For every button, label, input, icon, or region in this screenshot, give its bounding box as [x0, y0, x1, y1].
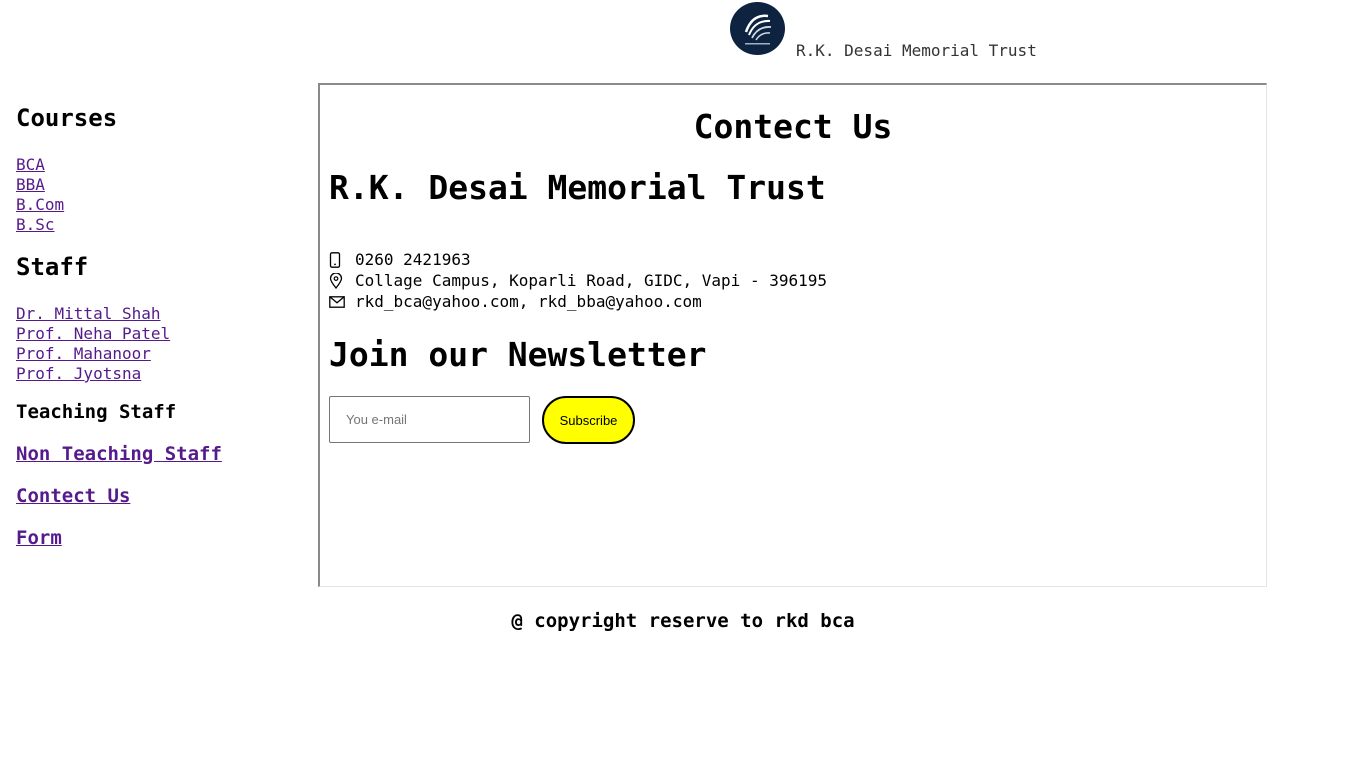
staff-link-jyotsna[interactable]: Prof. Jyotsna	[16, 364, 170, 384]
newsletter-email-input[interactable]	[329, 396, 530, 443]
phone-icon	[329, 251, 355, 269]
trust-logo	[730, 2, 785, 55]
phone-text: 0260 2421963	[355, 250, 471, 269]
page-title: Contect Us	[693, 107, 893, 146]
newsletter-heading: Join our Newsletter	[329, 335, 707, 374]
email-text: rkd_bca@yahoo.com, rkd_bba@yahoo.com	[355, 292, 702, 311]
envelope-icon	[329, 293, 355, 311]
staff-list: Dr. Mittal Shah Prof. Neha Patel Prof. M…	[16, 304, 170, 384]
address-row: Collage Campus, Koparli Road, GIDC, Vapi…	[329, 270, 827, 291]
address-text: Collage Campus, Koparli Road, GIDC, Vapi…	[355, 271, 828, 290]
phone-row: 0260 2421963	[329, 249, 827, 270]
course-link-bba[interactable]: BBA	[16, 175, 64, 195]
staff-link-mahanoor[interactable]: Prof. Mahanoor	[16, 344, 170, 364]
staff-link-neha-patel[interactable]: Prof. Neha Patel	[16, 324, 170, 344]
email-row: rkd_bca@yahoo.com, rkd_bba@yahoo.com	[329, 291, 827, 312]
location-pin-icon	[329, 272, 355, 290]
contact-details: 0260 2421963 Collage Campus, Koparli Roa…	[329, 249, 827, 312]
course-link-bcom[interactable]: B.Com	[16, 195, 64, 215]
non-teaching-staff-link[interactable]: Non Teaching Staff	[16, 443, 222, 465]
subscribe-button[interactable]: Subscribe	[542, 396, 635, 444]
site-title: R.K. Desai Memorial Trust	[796, 41, 1037, 60]
org-name-heading: R.K. Desai Memorial Trust	[329, 168, 826, 207]
teaching-staff-heading: Teaching Staff	[16, 401, 177, 423]
courses-list: BCA BBA B.Com B.Sc	[16, 155, 64, 235]
staff-link-mittal-shah[interactable]: Dr. Mittal Shah	[16, 304, 170, 324]
course-link-bca[interactable]: BCA	[16, 155, 64, 175]
footer-copyright: @ copyright reserve to rkd bca	[511, 610, 855, 632]
contact-us-link[interactable]: Contect Us	[16, 485, 130, 507]
contact-panel: Contect Us R.K. Desai Memorial Trust 026…	[318, 83, 1267, 587]
course-link-bsc[interactable]: B.Sc	[16, 215, 64, 235]
courses-heading: Courses	[16, 104, 118, 132]
staff-heading: Staff	[16, 253, 89, 281]
form-link[interactable]: Form	[16, 527, 62, 549]
